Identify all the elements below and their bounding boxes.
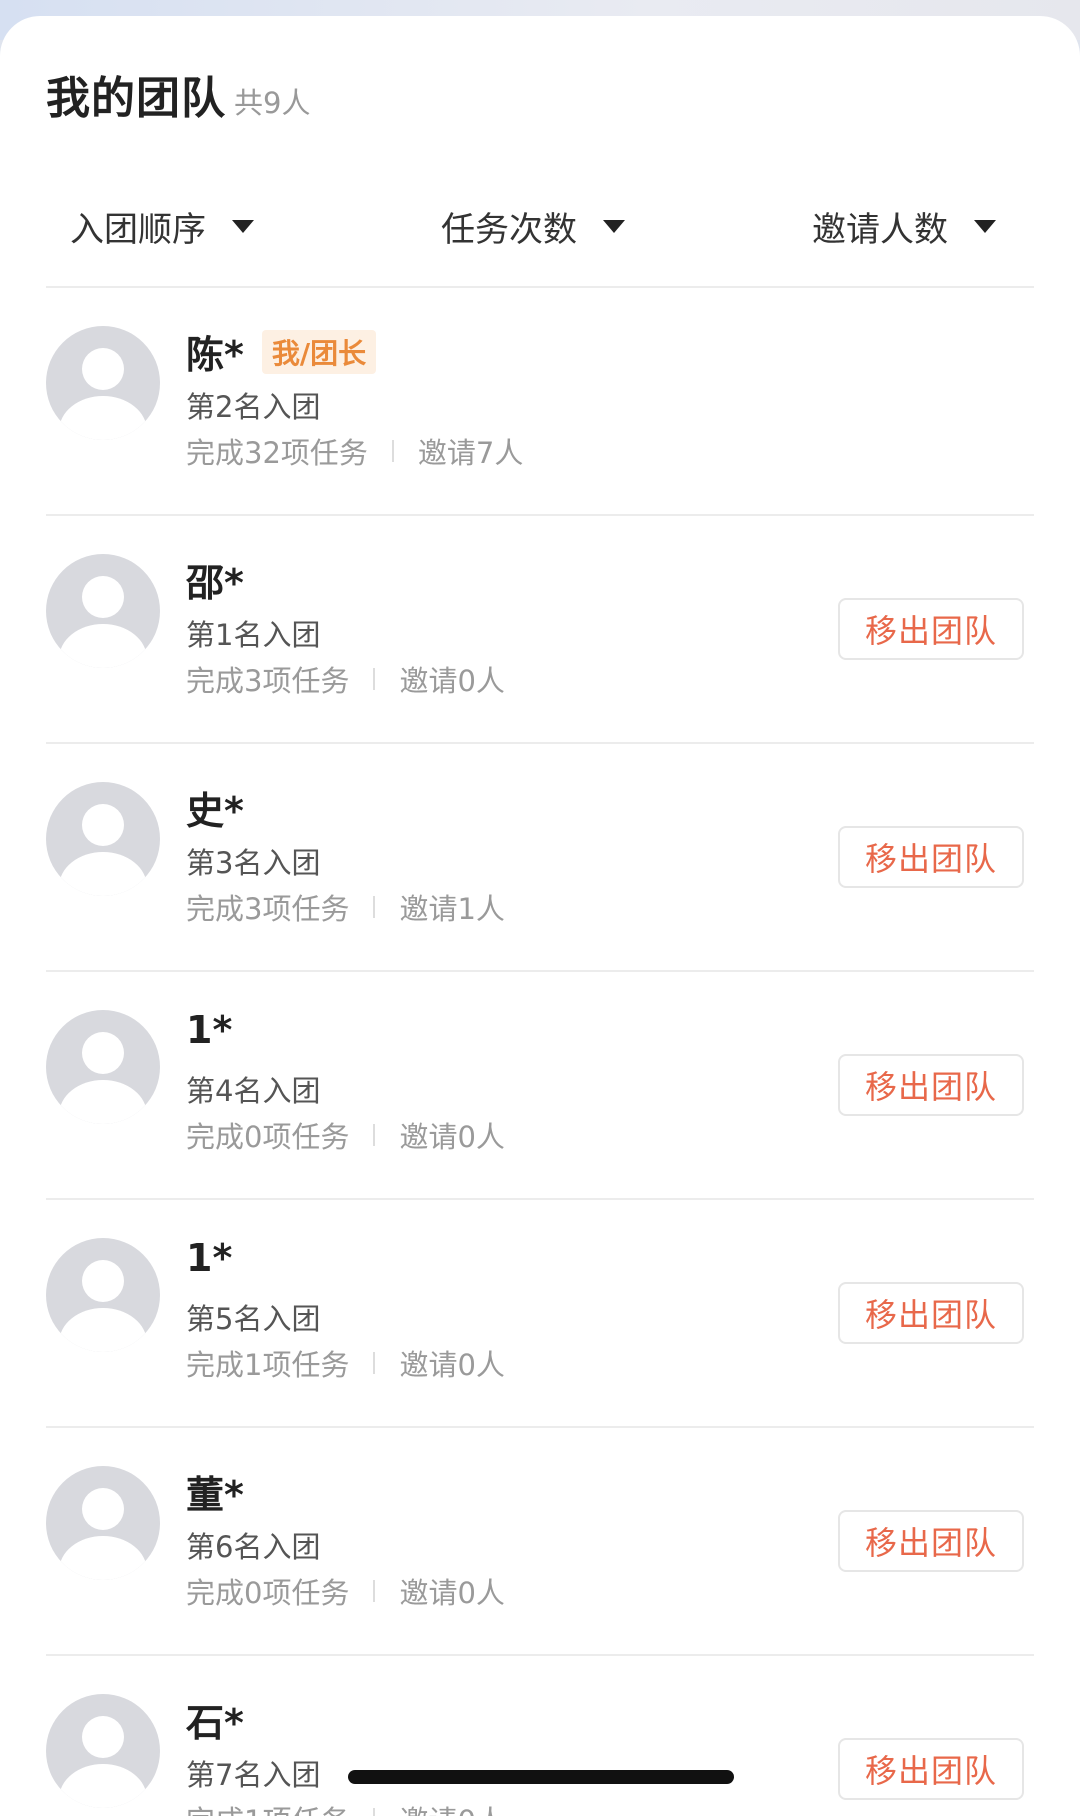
sort-label: 邀请人数 <box>812 209 948 250</box>
default-avatar-icon <box>46 1238 160 1352</box>
join-rank: 第7名入团 <box>186 1758 321 1792</box>
member-row[interactable]: 史* 第3名入团 完成3项任务 邀请1人 移出团队 <box>46 744 1034 972</box>
default-avatar-icon <box>46 1466 160 1580</box>
leader-badge: 我/团长 <box>261 329 377 374</box>
task-count: 完成0项任务 <box>186 1120 350 1154</box>
invite-count: 邀请0人 <box>399 664 505 698</box>
task-count: 完成3项任务 <box>186 892 350 926</box>
member-row[interactable]: 陈* 我/团长 第2名入团 完成32项任务 邀请7人 <box>46 288 1034 516</box>
member-name: 陈* <box>186 333 244 377</box>
member-name-line: 董* <box>186 1464 244 1519</box>
sort-by-join-order[interactable]: 入团顺序 <box>70 196 254 256</box>
member-name: 董* <box>186 1473 244 1517</box>
member-stats: 完成0项任务 邀请0人 <box>186 1570 505 1612</box>
caret-down-icon <box>232 219 254 233</box>
sort-label: 入团顺序 <box>70 209 206 250</box>
sort-label: 任务次数 <box>441 209 577 250</box>
invite-count: 邀请0人 <box>399 1348 505 1382</box>
remove-member-button[interactable]: 移出团队 <box>838 1738 1024 1800</box>
stats-divider <box>391 440 394 462</box>
member-stats: 完成1项任务 邀请0人 <box>186 1798 505 1816</box>
remove-member-button[interactable]: 移出团队 <box>838 1054 1024 1116</box>
sort-by-task-count[interactable]: 任务次数 <box>441 196 625 256</box>
member-name-line: 陈* 我/团长 <box>186 324 377 379</box>
member-row[interactable]: 石* 第7名入团 完成1项任务 邀请0人 移出团队 <box>46 1656 1034 1816</box>
member-count: 共9人 <box>234 86 311 120</box>
join-rank: 第6名入团 <box>186 1530 321 1564</box>
page-title: 我的团队 <box>46 73 226 124</box>
stats-divider <box>373 896 376 918</box>
stats-divider <box>373 1808 376 1816</box>
member-name: 1* <box>186 1236 233 1280</box>
member-row[interactable]: 邵* 第1名入团 完成3项任务 邀请0人 移出团队 <box>46 516 1034 744</box>
member-stats: 完成0项任务 邀请0人 <box>186 1114 505 1156</box>
remove-member-button[interactable]: 移出团队 <box>838 1282 1024 1344</box>
member-stats: 完成3项任务 邀请1人 <box>186 886 505 928</box>
join-rank: 第4名入团 <box>186 1074 321 1108</box>
member-name-line: 史* <box>186 780 244 835</box>
join-rank: 第5名入团 <box>186 1302 321 1336</box>
sort-by-invite-count[interactable]: 邀请人数 <box>812 196 996 256</box>
task-count: 完成32项任务 <box>186 436 368 470</box>
default-avatar-icon <box>46 1010 160 1124</box>
member-row[interactable]: 董* 第6名入团 完成0项任务 邀请0人 移出团队 <box>46 1428 1034 1656</box>
sort-bar: 入团顺序 任务次数 邀请人数 <box>46 166 1034 288</box>
default-avatar-icon <box>46 782 160 896</box>
task-count: 完成0项任务 <box>186 1576 350 1610</box>
join-rank: 第2名入团 <box>186 390 321 424</box>
invite-count: 邀请7人 <box>417 436 524 470</box>
member-name-line: 1* <box>186 1236 232 1280</box>
task-count: 完成1项任务 <box>186 1348 350 1382</box>
member-stats: 完成32项任务 邀请7人 <box>186 430 523 472</box>
join-rank: 第3名入团 <box>186 846 321 880</box>
remove-member-button[interactable]: 移出团队 <box>838 598 1024 660</box>
invite-count: 邀请0人 <box>399 1576 505 1610</box>
home-indicator[interactable] <box>348 1770 734 1784</box>
member-stats: 完成1项任务 邀请0人 <box>186 1342 505 1384</box>
join-rank: 第1名入团 <box>186 618 321 652</box>
invite-count: 邀请1人 <box>399 892 505 926</box>
task-count: 完成3项任务 <box>186 664 350 698</box>
member-name: 邵* <box>186 561 244 605</box>
remove-member-button[interactable]: 移出团队 <box>838 826 1024 888</box>
member-name-line: 邵* <box>186 552 244 607</box>
invite-count: 邀请0人 <box>399 1798 504 1816</box>
team-card: 我的团队 共9人 入团顺序 任务次数 邀请人数 陈* 我/团长 第2名入团 完成… <box>0 16 1080 1816</box>
member-name-line: 1* <box>186 1008 232 1052</box>
member-name-line: 石* <box>186 1692 244 1747</box>
default-avatar-icon <box>46 554 160 668</box>
default-avatar-icon <box>46 326 160 440</box>
member-name: 1* <box>186 1008 233 1052</box>
member-stats: 完成3项任务 邀请0人 <box>186 658 505 700</box>
stats-divider <box>373 1124 376 1146</box>
member-name: 史* <box>186 789 244 833</box>
stats-divider <box>373 1352 376 1374</box>
member-row[interactable]: 1* 第5名入团 完成1项任务 邀请0人 移出团队 <box>46 1200 1034 1428</box>
member-name: 石* <box>186 1701 244 1745</box>
member-row[interactable]: 1* 第4名入团 完成0项任务 邀请0人 移出团队 <box>46 972 1034 1200</box>
invite-count: 邀请0人 <box>399 1120 505 1154</box>
default-avatar-icon <box>46 1694 160 1808</box>
task-count: 完成1项任务 <box>186 1798 349 1816</box>
remove-member-button[interactable]: 移出团队 <box>838 1510 1024 1572</box>
caret-down-icon <box>603 219 625 233</box>
stats-divider <box>373 668 376 690</box>
team-header: 我的团队 共9人 <box>46 62 310 132</box>
stats-divider <box>373 1580 376 1602</box>
caret-down-icon <box>974 219 996 233</box>
